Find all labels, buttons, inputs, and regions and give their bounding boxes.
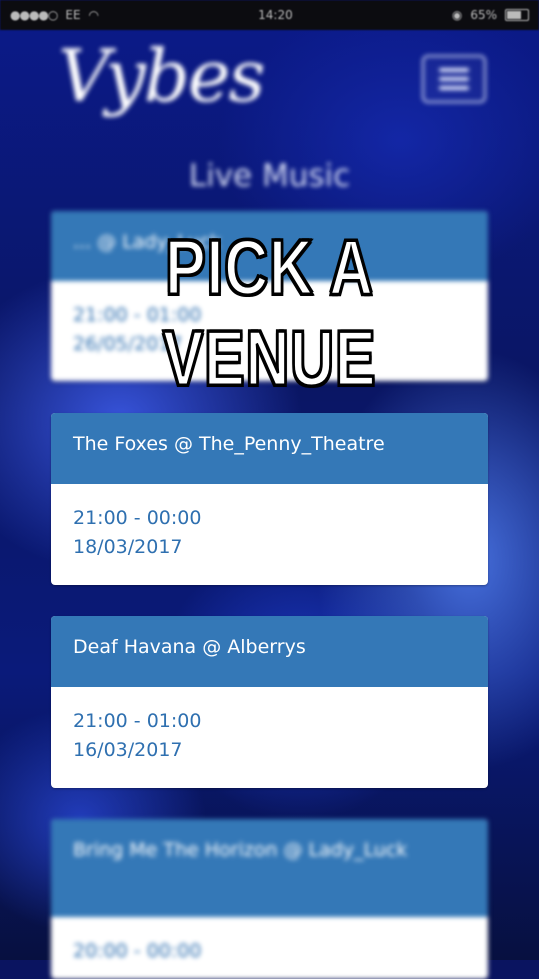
event-details: 20:00 - 00:00 — [51, 917, 488, 979]
hamburger-menu-button[interactable] — [422, 55, 486, 103]
wifi-icon: ◠ — [88, 8, 100, 22]
event-time: 21:00 - 00:00 — [73, 507, 202, 529]
hamburger-icon — [439, 68, 469, 72]
event-title: Bring Me The Horizon @ Lady_Luck — [51, 819, 488, 917]
signal-icon: ●●●●○ — [10, 8, 58, 22]
event-date: 16/03/2017 — [73, 739, 183, 761]
battery-icon — [504, 9, 529, 21]
lock-icon: ◉ — [451, 8, 463, 22]
event-card[interactable]: Bring Me The Horizon @ Lady_Luck 20:00 -… — [51, 819, 488, 979]
event-date: 18/03/2017 — [73, 536, 183, 558]
hamburger-icon-bar — [439, 86, 469, 90]
clock: 14:20 — [258, 8, 293, 22]
event-time: 20:00 - 00:00 — [73, 940, 202, 962]
overlay-caption: PICK A VENUE — [162, 222, 377, 404]
event-details: 21:00 - 00:00 18/03/2017 — [51, 484, 488, 582]
event-title: Deaf Havana @ Alberrys — [51, 616, 488, 687]
page-subtitle: Live Music — [188, 158, 351, 194]
event-time: 21:00 - 01:00 — [73, 710, 202, 732]
event-title: The Foxes @ The_Penny_Theatre — [51, 413, 488, 484]
event-card[interactable]: Deaf Havana @ Alberrys 21:00 - 01:00 16/… — [51, 616, 488, 788]
battery-percent: 65% — [470, 8, 497, 22]
status-bar: ●●●●○ EE ◠ 14:20 ◉ 65% — [0, 0, 539, 30]
event-card[interactable]: The Foxes @ The_Penny_Theatre 21:00 - 00… — [51, 413, 488, 585]
carrier-label: EE — [65, 8, 81, 22]
app-logo[interactable]: Vybes — [58, 34, 265, 118]
hamburger-icon-bar — [439, 77, 469, 81]
event-details: 21:00 - 01:00 16/03/2017 — [51, 687, 488, 785]
